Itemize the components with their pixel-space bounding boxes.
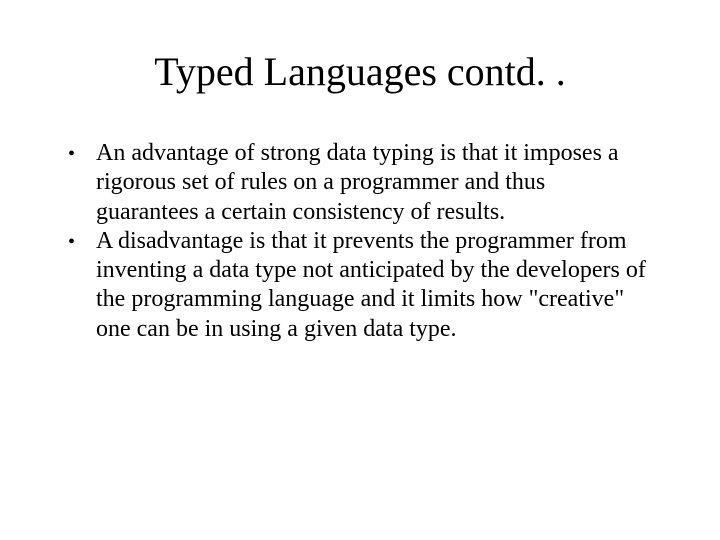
bullet-marker-icon: • — [68, 227, 96, 254]
bullet-text: A disadvantage is that it prevents the p… — [96, 227, 652, 344]
slide-title: Typed Languages contd. . — [60, 48, 660, 95]
list-item: • An advantage of strong data typing is … — [68, 139, 652, 227]
list-item: • A disadvantage is that it prevents the… — [68, 227, 652, 344]
slide-content: • An advantage of strong data typing is … — [60, 139, 660, 344]
bullet-marker-icon: • — [68, 139, 96, 166]
bullet-text: An advantage of strong data typing is th… — [96, 139, 652, 227]
bullet-list: • An advantage of strong data typing is … — [68, 139, 652, 344]
slide-container: Typed Languages contd. . • An advantage … — [0, 0, 720, 540]
